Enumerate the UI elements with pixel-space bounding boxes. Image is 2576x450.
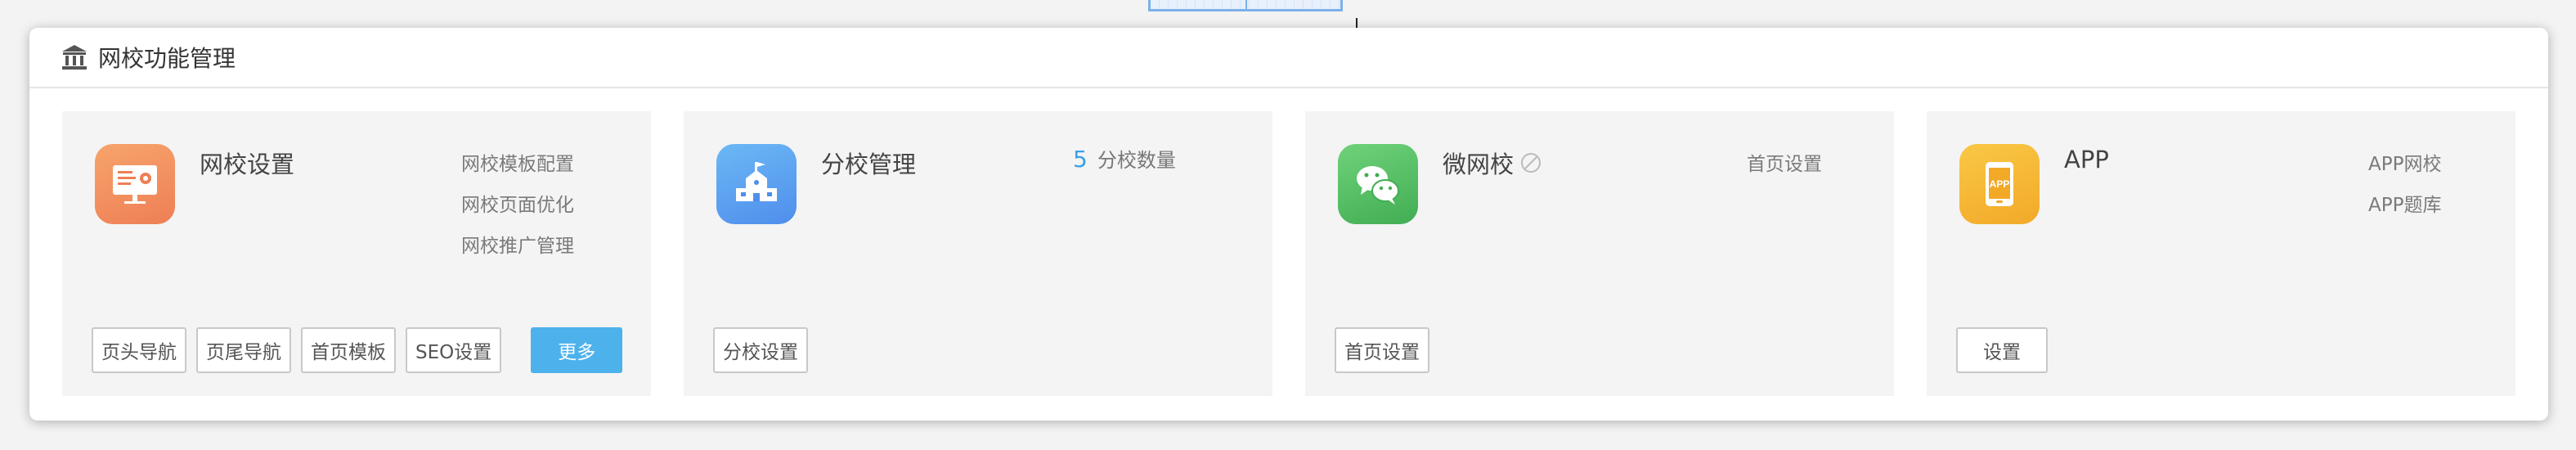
feature-management-panel: 网校功能管理 网校设置 网校模板配置 网校页面优化 网校推广管理 页头导航 页尾… bbox=[29, 28, 2548, 421]
link-page-optimize[interactable]: 网校页面优化 bbox=[461, 185, 651, 226]
card-branch-management: 分校管理 5 分校数量 分校设置 bbox=[684, 111, 1272, 396]
wechat-icon bbox=[1357, 166, 1399, 205]
card-title-wechat: 微网校 bbox=[1443, 146, 1542, 180]
link-promotion[interactable]: 网校推广管理 bbox=[461, 226, 651, 267]
app-links: APP网校 APP题库 bbox=[2368, 144, 2515, 226]
school-building-icon bbox=[736, 162, 777, 201]
panel-title: 网校功能管理 bbox=[98, 45, 236, 72]
branch-count-label: 分校数量 bbox=[1097, 149, 1176, 172]
feature-cards: 网校设置 网校模板配置 网校页面优化 网校推广管理 页头导航 页尾导航 首页模板… bbox=[62, 111, 2515, 396]
branch-count-value: 5 bbox=[1073, 146, 1088, 173]
app-icon-text: APP bbox=[1990, 178, 2010, 190]
school-button-row: 页头导航 页尾导航 首页模板 SEO设置 更多 bbox=[92, 327, 632, 373]
branch-button-row: 分校设置 bbox=[713, 327, 818, 373]
panel-header: 网校功能管理 bbox=[29, 28, 2548, 88]
more-button[interactable]: 更多 bbox=[531, 327, 623, 373]
home-template-button[interactable]: 首页模板 bbox=[301, 327, 396, 373]
card-school-settings: 网校设置 网校模板配置 网校页面优化 网校推广管理 页头导航 页尾导航 首页模板… bbox=[62, 111, 651, 396]
certificate-icon bbox=[113, 165, 157, 204]
branch-settings-button[interactable]: 分校设置 bbox=[713, 327, 808, 373]
app-app-icon[interactable]: APP bbox=[1959, 144, 2040, 224]
card-wechat-school: 微网校 首页设置 首页设置 bbox=[1305, 111, 1894, 396]
school-settings-app-icon[interactable] bbox=[95, 144, 175, 224]
card-title-branch: 分校管理 bbox=[821, 151, 917, 178]
wechat-links: 首页设置 bbox=[1747, 144, 1894, 185]
wechat-button-row: 首页设置 bbox=[1335, 327, 1439, 373]
app-settings-button[interactable]: 设置 bbox=[1956, 327, 2048, 373]
link-app-school[interactable]: APP网校 bbox=[2368, 144, 2515, 185]
branch-app-icon[interactable] bbox=[716, 144, 797, 224]
school-links: 网校模板配置 网校页面优化 网校推广管理 bbox=[461, 144, 651, 267]
disabled-icon bbox=[1521, 153, 1542, 173]
footer-nav-button[interactable]: 页尾导航 bbox=[196, 327, 291, 373]
card-title-school: 网校设置 bbox=[200, 151, 295, 178]
app-phone-icon: APP bbox=[1986, 162, 2013, 206]
top-grid-widget bbox=[1148, 0, 1343, 11]
wechat-title-text: 微网校 bbox=[1443, 151, 1515, 178]
link-template-config[interactable]: 网校模板配置 bbox=[461, 144, 651, 185]
link-wechat-home-settings[interactable]: 首页设置 bbox=[1747, 144, 1894, 185]
card-title-app: APP bbox=[2064, 146, 2109, 173]
building-icon bbox=[62, 45, 87, 70]
header-nav-button[interactable]: 页头导航 bbox=[92, 327, 186, 373]
link-app-question-bank[interactable]: APP题库 bbox=[2368, 185, 2515, 226]
branch-count-stat: 5 分校数量 bbox=[1073, 144, 1176, 173]
card-app: APP APP APP网校 APP题库 设置 bbox=[1927, 111, 2515, 396]
wechat-app-icon[interactable] bbox=[1338, 144, 1418, 224]
wechat-home-settings-button[interactable]: 首页设置 bbox=[1335, 327, 1429, 373]
app-button-row: 设置 bbox=[1956, 327, 2058, 373]
seo-settings-button[interactable]: SEO设置 bbox=[406, 327, 502, 373]
